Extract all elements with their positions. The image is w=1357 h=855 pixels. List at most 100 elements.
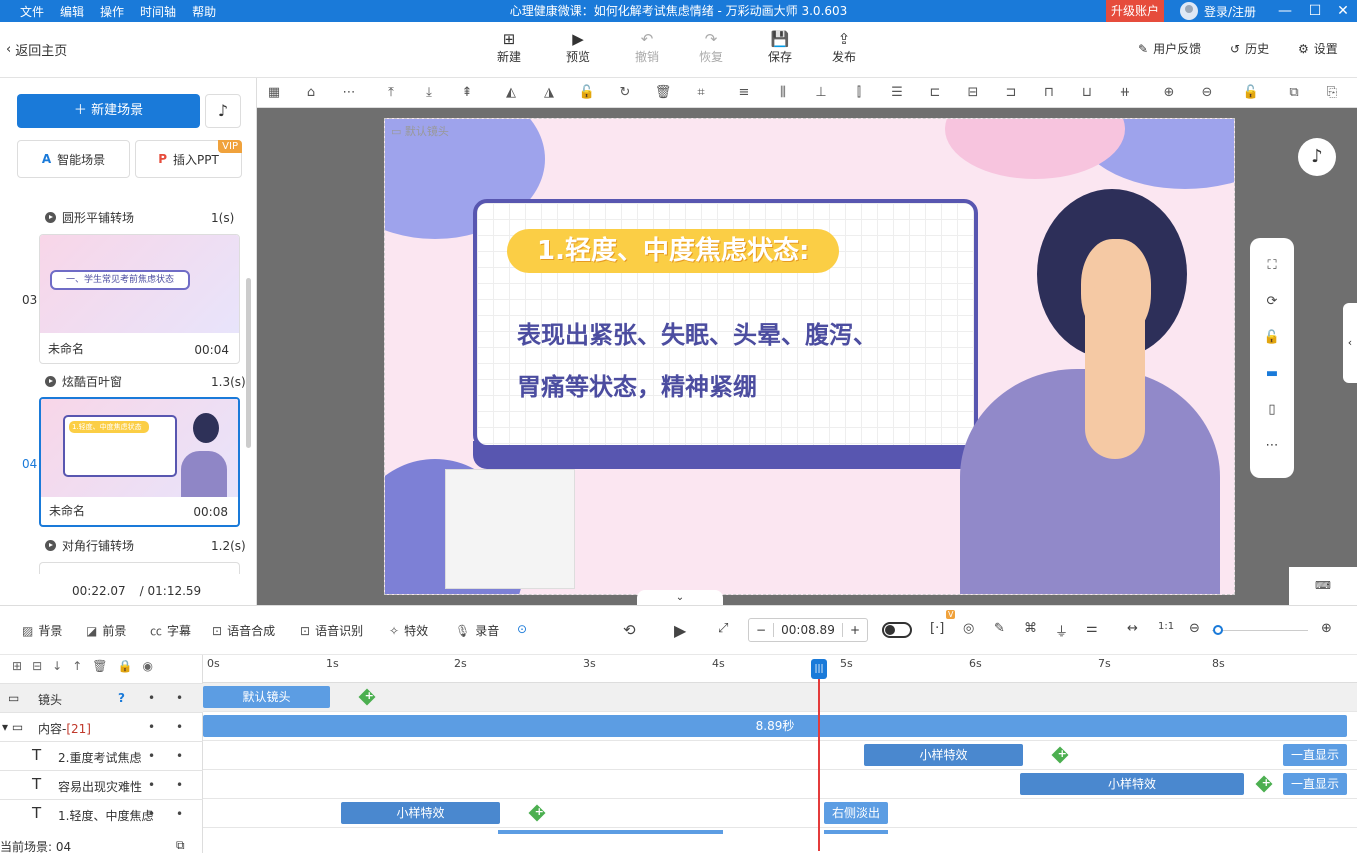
scene-card-partial[interactable] <box>39 562 240 574</box>
transition-item[interactable]: 圆形平铺转场 1(s) <box>45 209 234 226</box>
move-down-icon[interactable]: ↓ <box>52 659 62 673</box>
align-left-icon[interactable]: ≡ <box>735 84 753 102</box>
partial-clip[interactable] <box>498 830 723 834</box>
sliders-icon[interactable]: ⚌ <box>1086 621 1098 636</box>
stage-canvas[interactable]: ▭ 默认镜头 1.轻度、中度焦虑状态: 表现出紧张、失眠、头晕、腹泻、 胃痛等状… <box>384 118 1235 595</box>
transition-item[interactable]: 对角行铺转场 1.2(s) <box>45 537 246 554</box>
transition-item[interactable]: 炫酷百叶窗 1.3(s) <box>45 373 246 390</box>
body-line-2[interactable]: 胃痛等状态，精神紧绷 <box>517 367 757 402</box>
trash-icon[interactable]: 🗑 <box>92 659 107 673</box>
close-icon[interactable]: ✕ <box>1328 0 1357 22</box>
asr-button[interactable]: ⊡ 语音识别 <box>300 622 363 639</box>
playhead-handle[interactable]: ||| <box>811 659 827 679</box>
move-up-icon[interactable]: ↑ <box>72 659 82 673</box>
track-lens[interactable]: ▭ 镜头 ? • • <box>0 683 203 712</box>
minimize-icon[interactable]: — <box>1270 0 1300 22</box>
heading-pill[interactable]: 1.轻度、中度焦虑状态: <box>507 229 840 273</box>
layer-up-icon[interactable]: ⇞ <box>458 84 476 102</box>
add-layer-icon[interactable]: ⊟ <box>32 659 42 673</box>
track-dot[interactable]: • <box>148 691 155 705</box>
music-float-button[interactable]: ♪ <box>1298 138 1336 176</box>
add-folder-icon[interactable]: ⊞ <box>12 659 22 673</box>
phone-icon[interactable]: ▯ <box>1263 402 1281 420</box>
insert-ppt-button[interactable]: P 插入PPT VIP <box>135 140 242 178</box>
upgrade-button[interactable]: 升级账户 <box>1106 0 1164 22</box>
minus-icon[interactable]: − <box>749 623 773 637</box>
monitor-icon[interactable]: ▬ <box>1263 366 1281 384</box>
zoom-slider-handle[interactable] <box>1213 625 1223 635</box>
partial-clip[interactable] <box>824 830 888 834</box>
music-button[interactable]: ♪ <box>205 94 241 128</box>
path-icon[interactable]: ⌘ <box>1024 621 1037 636</box>
track-dot[interactable]: • <box>176 778 183 792</box>
menu-edit[interactable]: 编辑 <box>60 3 84 20</box>
align-bottom-icon[interactable]: ⤓ <box>420 84 438 102</box>
camera-icon[interactable]: ◎ <box>963 621 974 636</box>
maximize-icon[interactable]: ☐ <box>1300 0 1330 22</box>
menu-file[interactable]: 文件 <box>20 3 44 20</box>
eye-icon[interactable]: ◉ <box>142 659 152 673</box>
lock-icon[interactable]: 🔓 <box>578 84 596 102</box>
replay-icon[interactable]: ⟲ <box>623 621 636 639</box>
track-dot[interactable]: • <box>176 807 183 821</box>
fade-out-clip[interactable]: 右侧淡出 <box>824 802 888 824</box>
chevron-down-icon[interactable]: ⌄ <box>637 590 723 605</box>
rotate-icon[interactable]: ⟳ <box>1263 294 1281 312</box>
add-keyframe-icon[interactable] <box>1255 775 1273 793</box>
body-line-1[interactable]: 表现出紧张、失眠、头晕、腹泻、 <box>517 315 877 350</box>
effect-clip[interactable]: 小样特效 <box>864 744 1023 766</box>
text-board[interactable]: 1.轻度、中度焦虑状态: 表现出紧张、失眠、头晕、腹泻、 胃痛等状态，精神紧绷 <box>473 199 978 449</box>
track-dot[interactable]: • <box>148 749 155 763</box>
always-show-clip[interactable]: 一直显示 <box>1283 744 1347 766</box>
menu-timeline[interactable]: 时间轴 <box>140 3 176 20</box>
record-button[interactable]: 🎙 录音 <box>455 622 499 639</box>
undo-button[interactable]: ↶ 撤销 <box>627 30 667 65</box>
zoom-out-icon[interactable]: ⊖ <box>1189 621 1200 636</box>
align-b2-icon[interactable]: ⊓ <box>1040 84 1058 102</box>
track-dot[interactable]: • <box>176 691 183 705</box>
scrollbar[interactable] <box>246 278 251 448</box>
feedback-button[interactable]: ✎ 用户反馈 <box>1138 40 1201 57</box>
distribute-icon[interactable]: ⫿ <box>850 84 868 102</box>
zoom-in-icon[interactable]: ⊕ <box>1321 621 1332 636</box>
effect-clip[interactable]: 小样特效 <box>1020 773 1244 795</box>
time-stepper[interactable]: − 00:08.89 + <box>748 618 868 642</box>
paste-icon[interactable]: ⎘ <box>1323 84 1341 102</box>
align-t2-icon[interactable]: ⊔ <box>1078 84 1096 102</box>
zoom-out-icon[interactable]: ⊖ <box>1198 84 1216 102</box>
track-content[interactable]: ▾ ▭ 内容-[21] • • <box>0 712 203 741</box>
fullscreen-icon[interactable]: ⤢ <box>718 621 728 636</box>
effects-button[interactable]: ✧ 特效 <box>389 622 428 639</box>
login-button[interactable]: 登录/注册 <box>1180 0 1256 22</box>
crop-icon[interactable]: ⌗ <box>692 84 710 102</box>
copy-icon[interactable]: ⧉ <box>176 838 185 853</box>
space-icon[interactable]: ⧺ <box>1116 84 1134 102</box>
track-dot[interactable]: • <box>176 749 183 763</box>
menu-help[interactable]: 帮助 <box>192 3 216 20</box>
preview-button[interactable]: ▶ 预览 <box>558 30 598 65</box>
settings-button[interactable]: ⚙ 设置 <box>1298 40 1338 57</box>
scene-card[interactable]: 一、学生常见考前焦虑状态 未命名 00:04 <box>39 234 240 364</box>
add-keyframe-icon[interactable] <box>1051 746 1069 764</box>
ruler-icon[interactable]: ▦ <box>265 84 283 102</box>
new-button[interactable]: ⊞ 新建 <box>489 30 529 65</box>
flip-h-icon[interactable]: ◭ <box>502 84 520 102</box>
publish-button[interactable]: ⇪ 发布 <box>824 30 864 65</box>
align-c2-icon[interactable]: ⊟ <box>964 84 982 102</box>
track-text[interactable]: T 容易出现灾难性 • • <box>0 770 203 799</box>
more-icon[interactable]: ⋯ <box>1263 438 1281 456</box>
background-button[interactable]: ▨ 背景 <box>22 622 62 639</box>
content-clip[interactable]: 8.89秒 <box>203 715 1347 737</box>
distribute-v-icon[interactable]: ☰ <box>888 84 906 102</box>
collapse-right-panel[interactable]: ‹ <box>1343 303 1357 383</box>
fit-screen-icon[interactable]: ⛶ <box>1263 258 1281 276</box>
unlock-icon[interactable]: 🔓 <box>1242 84 1260 102</box>
back-home-button[interactable]: ‹ 返回主页 <box>6 40 67 59</box>
toggle-switch[interactable] <box>882 622 912 638</box>
play-icon[interactable]: ▶ <box>674 621 686 640</box>
help-icon[interactable]: ? <box>118 691 125 705</box>
smart-scene-button[interactable]: A 智能场景 <box>17 140 130 178</box>
time-ruler[interactable]: 0s 1s 2s 3s 4s 5s 6s 7s 8s <box>203 655 1357 683</box>
effect-clip[interactable]: 小样特效 <box>341 802 500 824</box>
align-center-icon[interactable]: ⫼ <box>774 84 792 102</box>
